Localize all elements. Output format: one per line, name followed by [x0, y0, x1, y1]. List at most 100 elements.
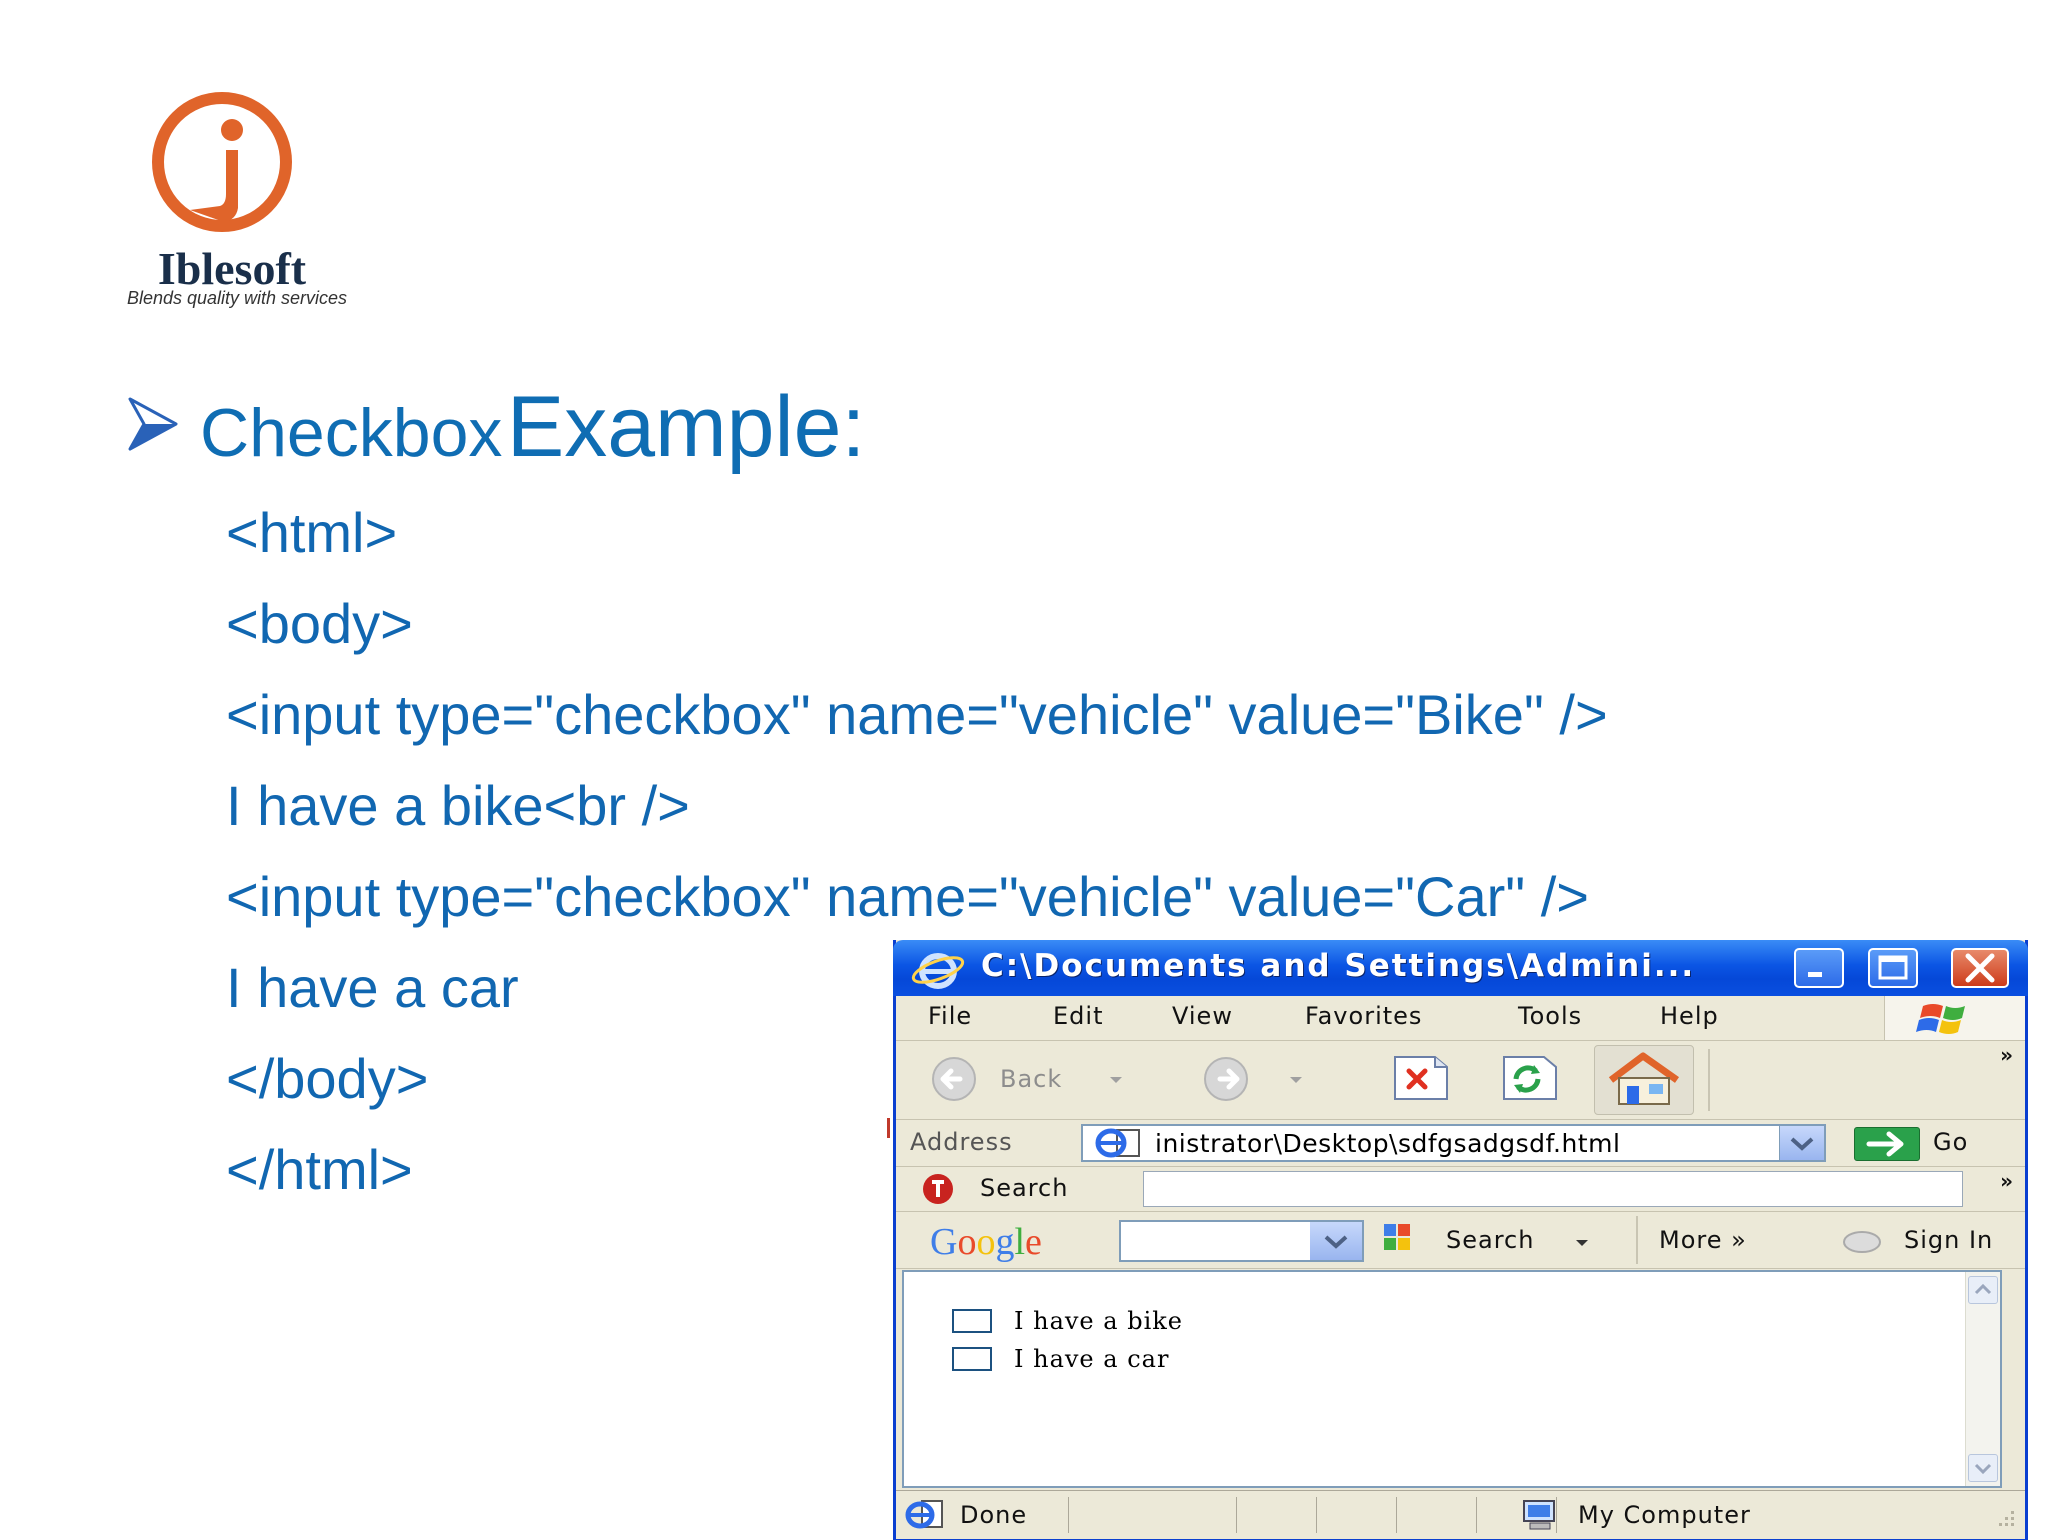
chevron-down-icon — [1974, 1463, 1992, 1475]
google-toolbar-separator — [1636, 1216, 1638, 1264]
toolbar-overflow-icon[interactable]: » — [2000, 1043, 2013, 1067]
google-logo-letter: G — [930, 1221, 958, 1263]
stop-button[interactable] — [1389, 1053, 1461, 1105]
search-toolbar: Search » — [896, 1167, 2025, 1212]
arrow-bullet-icon — [128, 397, 178, 451]
code-line: I have a bike<br /> — [226, 774, 690, 837]
google-more-button[interactable]: More » — [1659, 1226, 1747, 1254]
code-line: <html> — [226, 501, 398, 564]
title-bar[interactable]: C:\Documents and Settings\Admini... — [893, 940, 2028, 996]
signin-icon — [1843, 1231, 1881, 1253]
toolbar-separator — [1708, 1049, 1710, 1111]
google-dropdown-button[interactable] — [1310, 1222, 1362, 1260]
checkbox-bike-label: I have a bike — [1014, 1307, 1183, 1335]
checkbox-car[interactable] — [952, 1347, 992, 1371]
chevron-down-icon — [1110, 1077, 1122, 1083]
address-value: inistrator\Desktop\sdfgsadgsdf.html — [1155, 1129, 1621, 1158]
minimize-icon — [1808, 972, 1822, 977]
google-toolbar: Google Search More » Sign In — [896, 1212, 2025, 1269]
heading-word-example: Example: — [506, 379, 866, 475]
menu-tools[interactable]: Tools — [1518, 1002, 1582, 1030]
status-separator — [1068, 1497, 1069, 1533]
checkbox-car-row[interactable]: I have a car — [952, 1344, 1169, 1374]
forward-arrow-icon — [1204, 1057, 1248, 1101]
status-separator — [1396, 1497, 1397, 1533]
window-title: C:\Documents and Settings\Admini... — [981, 948, 1696, 984]
status-separator — [1316, 1497, 1317, 1533]
google-logo-letter: o — [976, 1221, 996, 1263]
vertical-scrollbar[interactable] — [1965, 1272, 2000, 1486]
code-line: <input type="checkbox" name="vehicle" va… — [226, 683, 1608, 746]
search-input[interactable] — [1143, 1171, 1963, 1207]
resize-grip-icon[interactable] — [1989, 1505, 2019, 1535]
back-label: Back — [1000, 1065, 1063, 1093]
refresh-button[interactable] — [1498, 1053, 1570, 1105]
menu-file[interactable]: File — [928, 1002, 972, 1030]
google-search-button[interactable]: Search — [1378, 1218, 1598, 1262]
search-label[interactable]: Search — [980, 1174, 1068, 1202]
chevron-up-icon — [1974, 1283, 1992, 1295]
windows-logo — [1884, 996, 2025, 1040]
checkbox-car-label: I have a car — [1014, 1345, 1170, 1373]
go-arrow-icon — [1866, 1131, 1904, 1157]
chevron-down-icon — [1290, 1077, 1302, 1083]
minimize-button[interactable] — [1794, 948, 1844, 988]
home-icon — [1608, 1052, 1680, 1105]
checkbox-bike[interactable] — [952, 1309, 992, 1333]
google-more-label: More — [1659, 1226, 1723, 1254]
menu-help[interactable]: Help — [1660, 1002, 1719, 1030]
address-label: Address — [910, 1128, 1013, 1156]
chevron-down-icon — [1790, 1137, 1814, 1151]
status-zone: My Computer — [1578, 1501, 1751, 1529]
heading-word-checkbox: Checkbox — [200, 395, 503, 471]
google-logo[interactable]: Google — [930, 1220, 1042, 1264]
menu-edit[interactable]: Edit — [1053, 1002, 1103, 1030]
page-done-icon — [905, 1500, 943, 1529]
page-content: I have a bike I have a car — [902, 1270, 2002, 1488]
go-label[interactable]: Go — [1933, 1128, 1968, 1156]
address-dropdown-button[interactable] — [1779, 1126, 1824, 1160]
scroll-down-button[interactable] — [1968, 1454, 1998, 1482]
iblesoft-logo: Iblesoft Blends quality with services — [112, 90, 362, 315]
status-separator — [1476, 1497, 1477, 1533]
page-icon — [1095, 1128, 1140, 1158]
logo-tagline: Blends quality with services — [126, 288, 348, 308]
search-overflow-icon[interactable]: » — [2000, 1169, 2013, 1193]
close-icon — [1965, 953, 1995, 983]
menu-view[interactable]: View — [1172, 1002, 1233, 1030]
address-input[interactable]: inistrator\Desktop\sdfgsadgsdf.html — [1081, 1124, 1826, 1162]
address-bar: Address inistrator\Desktop\sdfgsadgsdf.h… — [896, 1120, 2025, 1167]
google-search-input[interactable] — [1119, 1220, 1364, 1262]
browser-window: C:\Documents and Settings\Admini... File… — [893, 940, 2028, 1540]
google-search-label: Search — [1446, 1226, 1535, 1254]
logo-mark-icon — [152, 92, 292, 232]
checkbox-bike-row[interactable]: I have a bike — [952, 1306, 1183, 1336]
close-button[interactable] — [1951, 948, 2009, 988]
status-separator — [1236, 1497, 1237, 1533]
maximize-button[interactable] — [1868, 948, 1918, 988]
menu-favorites[interactable]: Favorites — [1305, 1002, 1422, 1030]
standard-toolbar: Back » — [896, 1041, 2025, 1120]
search-toolbar-logo-icon — [923, 1174, 953, 1204]
back-arrow-icon — [932, 1057, 976, 1101]
go-button[interactable] — [1854, 1127, 1920, 1161]
google-signin-button[interactable]: Sign In — [1904, 1226, 1993, 1254]
code-line: <body> — [226, 592, 413, 655]
google-logo-letter: e — [1025, 1221, 1042, 1263]
google-logo-text: Google — [930, 1221, 1042, 1263]
scroll-up-button[interactable] — [1968, 1276, 1998, 1304]
ie-icon — [911, 953, 965, 989]
maximize-icon — [1878, 955, 1908, 980]
chevron-down-icon — [1576, 1240, 1588, 1246]
google-logo-letter: o — [957, 1221, 977, 1263]
chevron-down-icon — [1324, 1235, 1348, 1249]
back-button[interactable]: Back — [930, 1055, 1135, 1105]
google-search-icon — [1384, 1224, 1410, 1250]
google-logo-letter: g — [995, 1221, 1015, 1263]
windows-flag-icon — [1916, 1004, 1965, 1034]
menu-bar: File Edit View Favorites Tools Help — [896, 996, 2025, 1041]
google-logo-letter: l — [1014, 1221, 1026, 1263]
home-button[interactable] — [1594, 1045, 1694, 1115]
my-computer-icon — [1523, 1500, 1555, 1530]
forward-button[interactable] — [1202, 1055, 1312, 1105]
